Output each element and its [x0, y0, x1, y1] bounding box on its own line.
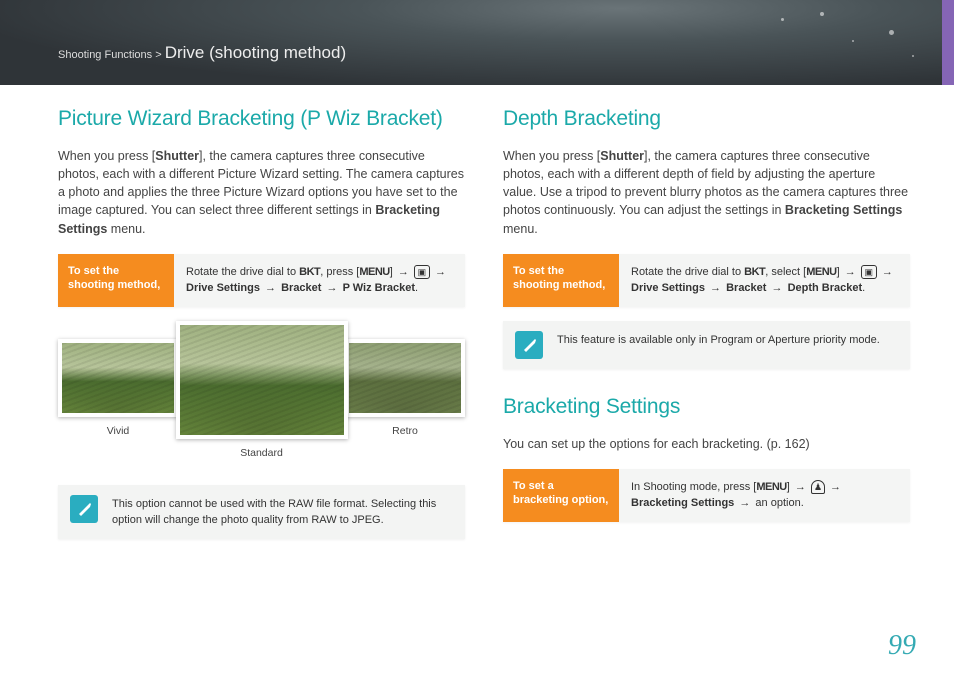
pwiz-heading: Picture Wizard Bracketing (P Wiz Bracket… — [58, 107, 465, 131]
sample-image-standard — [176, 321, 348, 439]
sample-gallery: Vivid Standard Retro — [58, 321, 465, 471]
page-number: 99 — [888, 630, 916, 662]
caption-retro: Retro — [355, 425, 455, 437]
instruction-body: Rotate the drive dial to BKT, select [ME… — [619, 254, 910, 307]
note-icon — [70, 495, 98, 523]
pwiz-instruction: To set the shooting method, Rotate the d… — [58, 254, 465, 307]
pwiz-paragraph: When you press [Shutter], the camera cap… — [58, 147, 465, 238]
depth-instruction: To set the shooting method, Rotate the d… — [503, 254, 910, 307]
note-icon — [515, 331, 543, 359]
sample-image-retro — [345, 339, 465, 417]
left-column: Picture Wizard Bracketing (P Wiz Bracket… — [58, 107, 465, 565]
note-text: This option cannot be used with the RAW … — [112, 495, 453, 529]
instruction-body: Rotate the drive dial to BKT, press [MEN… — [174, 254, 465, 307]
page-header: Shooting Functions > Drive (shooting met… — [0, 0, 954, 85]
instruction-label: To set the shooting method, — [503, 254, 619, 307]
bs-heading: Bracketing Settings — [503, 395, 910, 419]
breadcrumb-prefix: Shooting Functions > — [58, 49, 165, 61]
note-text: This feature is available only in Progra… — [557, 331, 880, 349]
bs-paragraph: You can set up the options for each brac… — [503, 435, 910, 453]
camera-icon: ▣ — [861, 265, 877, 279]
depth-paragraph: When you press [Shutter], the camera cap… — [503, 147, 910, 238]
camera-icon: ▣ — [414, 265, 430, 279]
person-icon: ♟ — [811, 480, 825, 494]
instruction-label: To set a bracketing option, — [503, 469, 619, 522]
pwiz-note: This option cannot be used with the RAW … — [58, 485, 465, 539]
caption-standard: Standard — [212, 447, 312, 459]
right-column: Depth Bracketing When you press [Shutter… — [503, 107, 910, 565]
caption-vivid: Vivid — [68, 425, 168, 437]
depth-heading: Depth Bracketing — [503, 107, 910, 131]
bs-instruction: To set a bracketing option, In Shooting … — [503, 469, 910, 522]
instruction-label: To set the shooting method, — [58, 254, 174, 307]
sample-image-vivid — [58, 339, 178, 417]
depth-note: This feature is available only in Progra… — [503, 321, 910, 369]
breadcrumb-title: Drive (shooting method) — [165, 43, 346, 62]
content-area: Picture Wizard Bracketing (P Wiz Bracket… — [0, 85, 954, 565]
instruction-body: In Shooting mode, press [MENU] → ♟ → Bra… — [619, 469, 910, 522]
